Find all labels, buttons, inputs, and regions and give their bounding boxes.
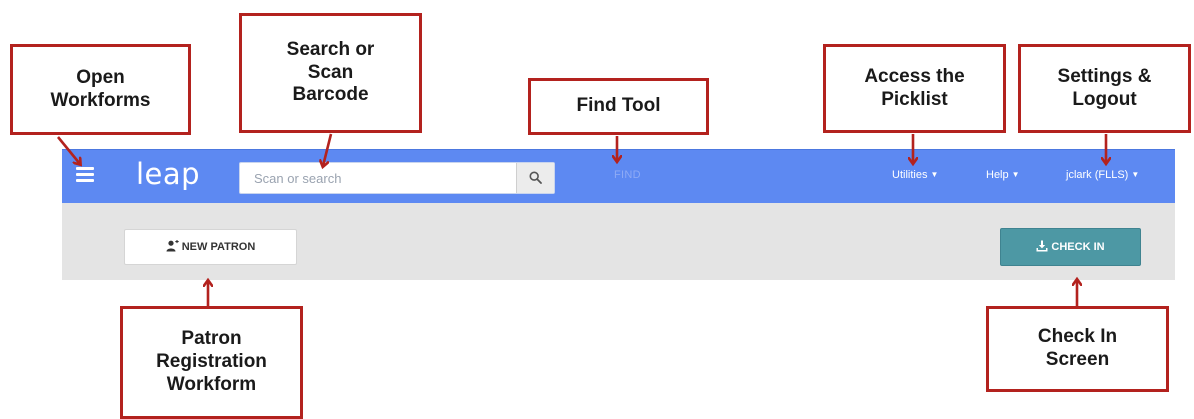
- arrow-search-scan: [323, 133, 333, 166]
- callout-arrows: [56, 133, 1194, 306]
- arrow-open-workforms: [56, 136, 80, 164]
